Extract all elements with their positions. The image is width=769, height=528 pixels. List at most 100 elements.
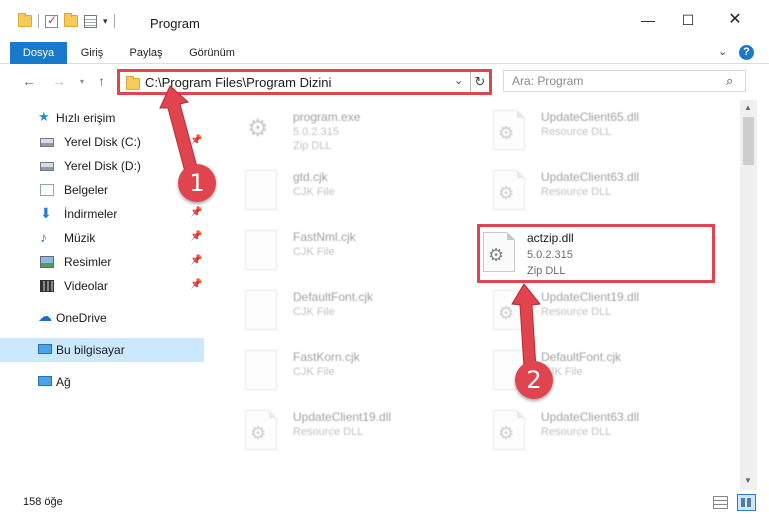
minimize-button[interactable]: — [638, 10, 658, 30]
dll-file-icon [493, 410, 525, 450]
up-arrow-icon[interactable]: ↑ [98, 73, 105, 89]
navigation-pane: ★ Hızlı erişim Yerel Disk (C:) 📌 Yerel D… [0, 100, 207, 490]
file-item[interactable]: FastNml.cjk CJK File [221, 222, 461, 274]
search-placeholder[interactable]: Ara: Program [512, 74, 583, 88]
videos-icon [40, 280, 54, 292]
back-arrow-icon[interactable]: ← [22, 73, 36, 89]
new-folder-icon[interactable] [64, 13, 78, 27]
sidebar-item-local-disk-c[interactable]: Yerel Disk (C:) 📌 [0, 130, 204, 154]
file-type: CJK File [293, 366, 335, 378]
file-item[interactable]: UpdateClient65.dll Resource DLL [469, 102, 709, 154]
sidebar-item-label: Müzik [64, 231, 96, 245]
search-icon[interactable]: ⌕ [726, 73, 733, 89]
sidebar-item-downloads[interactable]: ⬇ İndirmeler 📌 [0, 202, 204, 226]
file-name: UpdateClient63.dll [541, 170, 640, 184]
tiles-view-icon[interactable] [737, 494, 756, 511]
expand-ribbon-chevron-icon[interactable]: ⌄ [718, 45, 727, 58]
file-item[interactable]: program.exe 5.0.2.315 Zip DLL [221, 102, 461, 154]
sidebar-item-local-disk-d[interactable]: Yerel Disk (D:) [0, 154, 204, 178]
close-button[interactable]: ✕ [725, 10, 745, 30]
file-list: program.exe 5.0.2.315 Zip DLL UpdateClie… [207, 100, 740, 490]
pin-icon: 📌 [190, 135, 203, 146]
customize-toolbar-chevron-icon[interactable]: ▾ [103, 16, 108, 27]
file-item[interactable]: gtd.cjk CJK File [221, 162, 461, 214]
forward-arrow-icon[interactable]: → [52, 73, 66, 89]
address-bar[interactable]: C:\Program Files\Program Dizini ⌄ ↻ [117, 69, 492, 95]
file-item[interactable]: UpdateClient19.dll Resource DLL [469, 282, 709, 334]
help-icon[interactable]: ? [739, 45, 754, 60]
sidebar-item-videos[interactable]: Videolar 📌 [0, 274, 204, 298]
navigation-bar: ← → ▾ ↑ C:\Program Files\Program Dizini … [0, 64, 769, 100]
file-item[interactable]: DefaultFont.cjk CJK File [469, 342, 709, 394]
sidebar-item-label: Ağ [56, 375, 71, 389]
sidebar-item-label: Resimler [64, 255, 112, 269]
properties-icon[interactable] [84, 14, 97, 28]
cloud-icon: ☁ [38, 308, 52, 324]
toolbar-separator [38, 14, 39, 28]
file-item[interactable]: DefaultFont.cjk CJK File [221, 282, 461, 334]
folder-icon [126, 76, 140, 90]
sidebar-item-documents[interactable]: Belgeler 📌 [0, 178, 204, 202]
sidebar-item-label: Yerel Disk (D:) [64, 159, 141, 173]
sidebar-item-music[interactable]: ♪ Müzik 📌 [0, 226, 204, 250]
search-box[interactable]: Ara: Program ⌕ [503, 70, 746, 92]
details-view-icon[interactable] [713, 496, 728, 509]
file-item[interactable]: UpdateClient63.dll Resource DLL [469, 402, 709, 454]
file-name: DefaultFont.cjk [541, 350, 622, 364]
disk-icon [40, 162, 54, 171]
file-type: Resource DLL [541, 426, 612, 438]
address-path[interactable]: C:\Program Files\Program Dizini [145, 75, 331, 90]
file-item[interactable]: UpdateClient19.dll Resource DLL [221, 402, 461, 454]
file-version: 5.0.2.315 [527, 249, 573, 261]
properties-check-icon[interactable] [45, 13, 58, 28]
pin-icon: 📌 [190, 231, 203, 242]
vertical-scrollbar[interactable]: ▲ ▼ [740, 100, 757, 490]
file-name: UpdateClient65.dll [541, 110, 640, 124]
tab-share[interactable]: Paylaş [128, 42, 164, 64]
downloads-icon: ⬇ [40, 205, 52, 221]
network-icon [38, 376, 52, 386]
scroll-down-arrow-icon[interactable]: ▼ [744, 476, 752, 485]
scroll-up-arrow-icon[interactable]: ▲ [744, 103, 752, 112]
dll-file-icon [493, 110, 525, 150]
dll-file-icon [493, 290, 525, 330]
ribbon-tabs: Dosya Giriş Paylaş Görünüm ⌄ ? [0, 42, 769, 64]
sidebar-item-label: Videolar [64, 279, 108, 293]
tab-home[interactable]: Giriş [80, 42, 104, 64]
document-file-icon [245, 170, 277, 210]
toolbar-separator [113, 14, 115, 28]
pictures-icon [40, 256, 54, 268]
maximize-button[interactable]: ☐ [678, 10, 698, 30]
file-item-actzip[interactable]: actzip.dll 5.0.2.315 Zip DLL [477, 224, 715, 283]
quick-access-toolbar: ▾ [18, 13, 115, 28]
scroll-thumb[interactable] [743, 117, 754, 165]
file-name: gtd.cjk [293, 170, 328, 184]
sidebar-item-this-pc[interactable]: Bu bilgisayar [0, 338, 204, 362]
sidebar-item-pictures[interactable]: Resimler 📌 [0, 250, 204, 274]
file-name: FastKorn.cjk [293, 350, 360, 364]
file-item[interactable]: UpdateClient63.dll Resource DLL [469, 162, 709, 214]
tab-view[interactable]: Görünüm [188, 42, 236, 64]
sidebar-item-label: Bu bilgisayar [56, 343, 125, 357]
address-dropdown-chevron-icon[interactable]: ⌄ [454, 74, 463, 87]
sidebar-item-label: Hızlı erişim [56, 111, 116, 125]
tab-file[interactable]: Dosya [10, 42, 67, 64]
window-title: Program [150, 16, 200, 31]
documents-icon [40, 184, 54, 196]
document-file-icon [245, 350, 277, 390]
folder-icon[interactable] [18, 13, 32, 27]
sidebar-item-onedrive[interactable]: ☁ OneDrive [0, 306, 204, 330]
file-name: program.exe [293, 110, 361, 124]
sidebar-item-network[interactable]: Ağ [0, 370, 204, 394]
file-item[interactable]: FastKorn.cjk CJK File [221, 342, 461, 394]
sidebar-item-quick-access[interactable]: ★ Hızlı erişim [0, 106, 204, 130]
file-name: actzip.dll [527, 231, 574, 245]
window-bottom-edge [0, 518, 769, 528]
recent-locations-chevron-icon[interactable]: ▾ [80, 77, 84, 86]
sidebar-item-label: OneDrive [56, 311, 107, 325]
refresh-button[interactable]: ↻ [470, 72, 489, 92]
computer-icon [38, 344, 52, 354]
disk-icon [40, 138, 54, 147]
pin-icon: 📌 [190, 279, 203, 290]
step-2-badge: 2 [515, 361, 553, 399]
